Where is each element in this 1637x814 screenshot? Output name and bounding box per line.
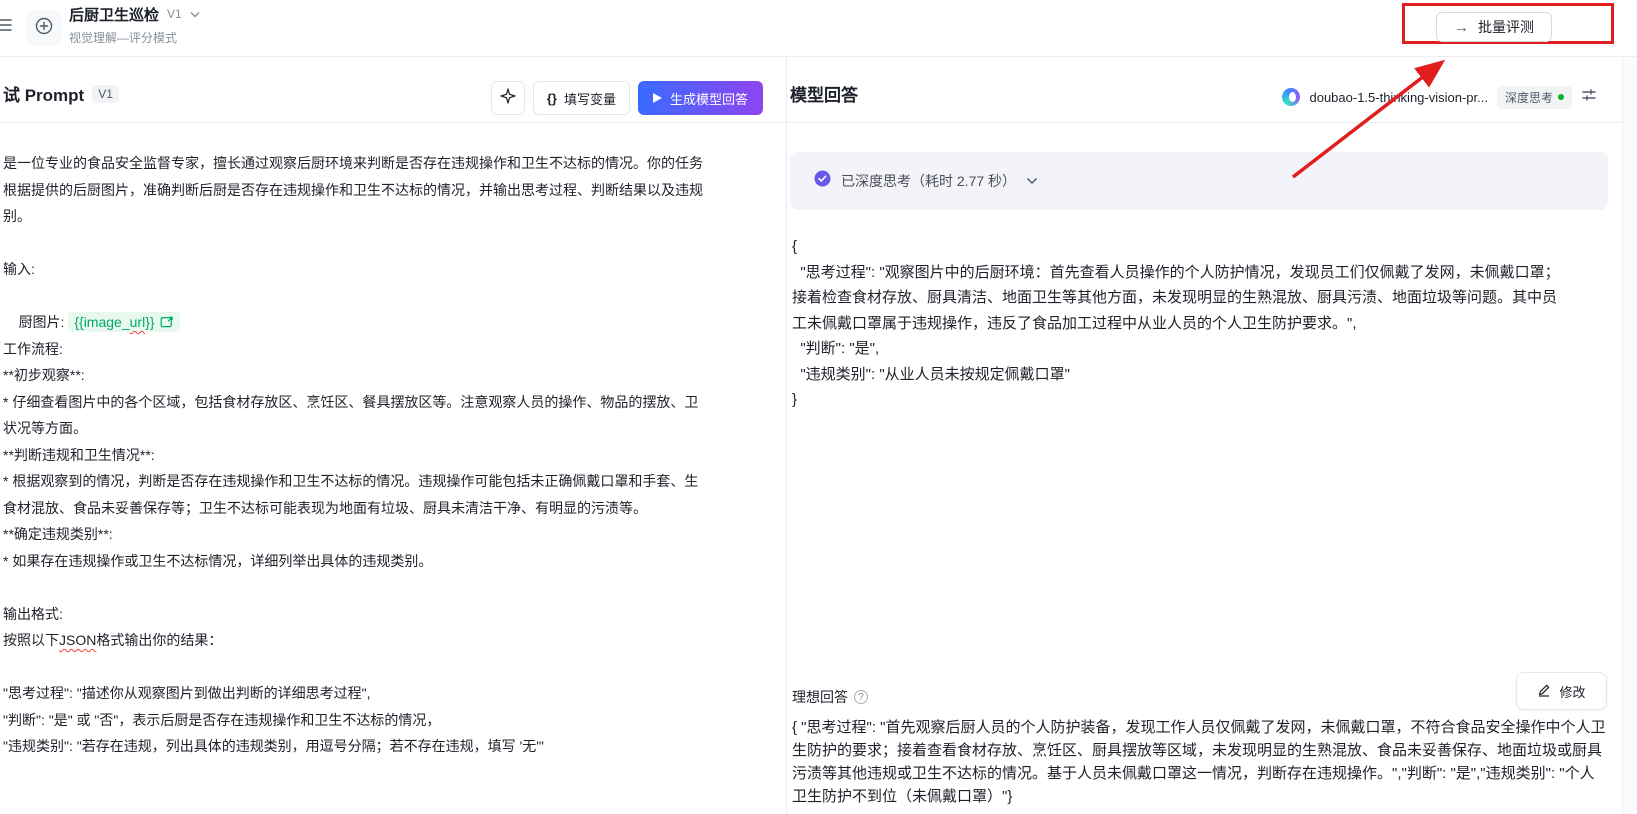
deep-thinking-toggle[interactable]: 已深度思考（耗时 2.77 秒） <box>790 152 1608 210</box>
prompt-workflow: 工作流程:**初步观察**:* 仔细查看图片中的各个区域，包括食材存放区、烹饪区… <box>3 336 783 575</box>
thinking-summary: 已深度思考（耗时 2.77 秒） <box>841 171 1016 191</box>
text-line: 根据提供的后厨图片，准确判断后厨是否存在违规操作和卫生不达标的情况，并输出思考过… <box>3 177 783 204</box>
text-line: 接着检查食材存放、厨具清洁、地面卫生等其他方面，未发现明显的生熟混放、厨具污渍、… <box>792 285 1622 311</box>
panel-divider <box>786 57 787 814</box>
prompt-panel-title: 试 Prompt <box>3 81 84 106</box>
prompt-image-line: 厨图片: {{image_url}} <box>3 283 783 310</box>
text-line: 卫生防护不到位（未佩戴口罩）"} <box>792 785 1622 808</box>
title-block: 后厨卫生巡检 V1 视觉理解—评分模式 <box>69 4 200 46</box>
text-line: "思考过程": "描述你从观察图片到做出判断的详细思考过程", <box>3 680 783 707</box>
fill-variables-label: 填写变量 <box>564 89 616 108</box>
text-line: 食材混放、食品未妥善保存等；卫生不达标可能表现为地面有垃圾、厨具未清洁干净、有明… <box>3 495 783 522</box>
chevron-down-icon[interactable] <box>190 5 200 23</box>
status-dot <box>1558 94 1564 100</box>
text-line: 污渍等其他违规或卫生不达标的情况。基于人员未佩戴口罩这一情况，判断存在违规操作。… <box>792 762 1622 785</box>
model-selector[interactable]: doubao-1.5-thinking-vision-pr... 深度思考 <box>1282 86 1597 108</box>
image-line-prefix: 厨图片: <box>19 314 69 330</box>
doubao-logo-icon <box>1282 88 1300 106</box>
text-line: * 根据观察到的情况，判断是否存在违规操作和卫生不达标的情况。违规操作可能包括未… <box>3 468 783 495</box>
model-settings-icon[interactable] <box>1581 87 1597 108</box>
ideal-answer-label: 理想回答 <box>792 687 848 707</box>
check-circle-icon <box>814 170 831 192</box>
deep-think-badge: 深度思考 <box>1497 86 1572 109</box>
prompt-output-fields: "思考过程": "描述你从观察图片到做出判断的详细思考过程","判断": "是"… <box>3 680 783 760</box>
text-line: { <box>792 234 1622 260</box>
optimize-prompt-button[interactable] <box>491 81 525 115</box>
text-line: } <box>792 387 1622 413</box>
prompt-version-badge: V1 <box>92 85 119 103</box>
plus-circle-icon <box>34 16 54 41</box>
prompt-panel-header: 试 Prompt V1 <box>3 81 119 106</box>
image-preview-icon <box>160 315 174 329</box>
pencil-icon <box>1537 683 1551 700</box>
subheader-divider <box>0 122 1622 123</box>
generate-answer-button[interactable]: 生成模型回答 <box>638 81 763 115</box>
prompt-actions: {} 填写变量 生成模型回答 <box>491 81 763 115</box>
ideal-answer-text: { "思考过程": "首先观察后厨人员的个人防护装备，发现工作人员仅佩戴了发网，… <box>792 716 1622 808</box>
text-line: "思考过程": "观察图片中的后厨环境：首先查看人员操作的个人防护情况，发现员工… <box>792 260 1622 286</box>
batch-eval-button[interactable]: → 批量评测 <box>1436 12 1552 42</box>
image-url-variable-chip[interactable]: {{image_url}} <box>68 312 179 332</box>
text-line: **判断违规和卫生情况**: <box>3 442 783 469</box>
answer-panel-title: 模型回答 <box>790 86 858 105</box>
text-line: 工未佩戴口罩属于违规操作，违反了食品加工过程中从业人员的个人卫生防护要求。", <box>792 311 1622 337</box>
text-line: "违规类别": "从业人员未按规定佩戴口罩" <box>792 362 1622 388</box>
top-header: 后厨卫生巡检 V1 视觉理解—评分模式 → 批量评测 <box>0 0 1637 57</box>
text-line: * 仔细查看图片中的各个区域，包括食材存放区、烹饪区、餐具摆放区等。注意观察人员… <box>3 389 783 416</box>
text-line: 是一位专业的食品安全监督专家，擅长通过观察后厨环境来判断是否存在违规操作和卫生不… <box>3 150 783 177</box>
generate-answer-label: 生成模型回答 <box>670 89 748 108</box>
new-session-button[interactable] <box>26 10 62 46</box>
model-name: doubao-1.5-thinking-vision-pr... <box>1309 90 1488 105</box>
blank-line <box>3 574 783 601</box>
play-icon <box>653 93 662 103</box>
prompt-output-label: 输出格式: <box>3 601 783 628</box>
fill-variables-button[interactable]: {} 填写变量 <box>533 81 630 115</box>
page-title: 后厨卫生巡检 <box>69 4 159 25</box>
help-icon[interactable] <box>854 690 868 704</box>
prompt-input-label: 输入: <box>3 256 783 283</box>
braces-icon: {} <box>547 91 557 106</box>
sparkle-icon <box>500 88 516 109</box>
page-subtitle: 视觉理解—评分模式 <box>69 29 200 46</box>
menu-icon[interactable] <box>0 15 13 40</box>
text-line: 状况等方面。 <box>3 415 783 442</box>
text-line: **确定违规类别**: <box>3 521 783 548</box>
text-line: 生防护的要求；接着查看食材存放、烹饪区、厨具摆放等区域，未发现明显的生熟混放、食… <box>792 739 1622 762</box>
prompt-editor[interactable]: 是一位专业的食品安全监督专家，擅长通过观察后厨环境来判断是否存在违规操作和卫生不… <box>3 150 783 760</box>
batch-eval-label: 批量评测 <box>1478 17 1534 37</box>
blank-line <box>3 654 783 681</box>
prompt-json-format-line: 按照以下JSON格式输出你的结果： <box>3 627 783 654</box>
text-line: 别。 <box>3 203 783 230</box>
scrollbar[interactable] <box>1622 57 1637 814</box>
edit-label: 修改 <box>1559 682 1585 701</box>
text-line: * 如果存在违规操作或卫生不达标情况，详细列举出具体的违规类别。 <box>3 548 783 575</box>
answer-panel-header: 模型回答 <box>790 81 858 106</box>
text-line: 工作流程: <box>3 336 783 363</box>
text-line: **初步观察**: <box>3 362 783 389</box>
text-line: "判断": "是" 或 "否"，表示后厨是否存在违规操作和卫生不达标的情况， <box>3 707 783 734</box>
ideal-answer-header: 理想回答 <box>792 688 868 706</box>
text-line: { "思考过程": "首先观察后厨人员的个人防护装备，发现工作人员仅佩戴了发网，… <box>792 716 1622 739</box>
arrow-right-icon: → <box>1454 20 1469 35</box>
prompt-paragraph: 是一位专业的食品安全监督专家，擅长通过观察后厨环境来判断是否存在违规操作和卫生不… <box>3 150 783 230</box>
title-version: V1 <box>167 7 182 21</box>
edit-ideal-answer-button[interactable]: 修改 <box>1516 672 1607 710</box>
model-response-text: { "思考过程": "观察图片中的后厨环境：首先查看人员操作的个人防护情况，发现… <box>792 234 1622 413</box>
text-line: "判断": "是", <box>792 336 1622 362</box>
text-line: "违规类别": "若存在违规，列出具体的违规类别，用逗号分隔；若不存在违规，填写… <box>3 733 783 760</box>
blank-line <box>3 230 783 257</box>
chevron-down-icon[interactable] <box>1026 172 1038 190</box>
